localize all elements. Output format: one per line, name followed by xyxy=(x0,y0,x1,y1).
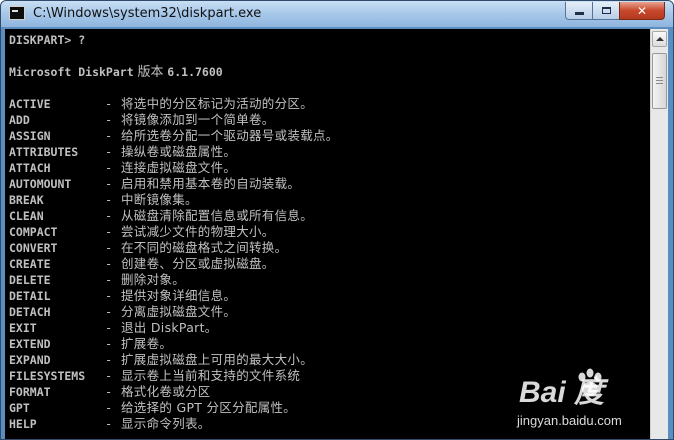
command-name: CONVERT xyxy=(9,241,58,255)
command-name: EXPAND xyxy=(9,353,51,367)
grip-line xyxy=(656,77,663,78)
command-separator: - xyxy=(105,321,113,335)
command-description: 在不同的磁盘格式之间转换。 xyxy=(121,240,288,255)
command-name: ACTIVE xyxy=(9,97,51,111)
scroll-up-arrow-icon[interactable] xyxy=(652,31,667,47)
command-description: 提供对象详细信息。 xyxy=(121,288,237,303)
command-name: HELP xyxy=(9,417,37,431)
minimize-icon xyxy=(574,12,584,15)
window-title: C:\Windows\system32\diskpart.exe xyxy=(33,6,262,21)
command-description: 将选中的分区标记为活动的分区。 xyxy=(121,96,314,111)
command-separator: - xyxy=(105,273,113,287)
command-name: BREAK xyxy=(9,193,44,207)
command-separator: - xyxy=(105,129,113,143)
command-name: ASSIGN xyxy=(9,129,51,143)
command-separator: - xyxy=(105,257,113,271)
command-separator: - xyxy=(105,145,113,159)
banner-line: Microsoft DiskPart 版本 6.1.7600 xyxy=(9,64,223,80)
command-description: 给所选卷分配一个驱动器号或装载点。 xyxy=(121,128,339,143)
command-description: 格式化卷或分区 xyxy=(121,384,211,399)
command-description: 创建卷、分区或虚拟磁盘。 xyxy=(121,256,275,271)
command-description: 扩展卷。 xyxy=(121,336,173,351)
command-description: 连接虚拟磁盘文件。 xyxy=(121,160,237,175)
command-separator: - xyxy=(105,209,113,223)
command-name: AUTOMOUNT xyxy=(9,177,72,191)
command-description: 将镜像添加到一个简单卷。 xyxy=(121,112,275,127)
command-description: 启用和禁用基本卷的自动装载。 xyxy=(121,176,301,191)
close-button[interactable]: ✕ xyxy=(619,2,665,20)
command-separator: - xyxy=(105,385,113,399)
command-description: 尝试减少文件的物理大小。 xyxy=(121,224,275,239)
command-separator: - xyxy=(105,113,113,127)
close-icon: ✕ xyxy=(636,3,648,18)
command-description: 从磁盘清除配置信息或所有信息。 xyxy=(121,208,314,223)
command-separator: - xyxy=(105,225,113,239)
command-separator: - xyxy=(105,353,113,367)
command-separator: - xyxy=(105,241,113,255)
command-description: 给选择的 GPT 分区分配属性。 xyxy=(121,400,297,415)
maximize-button[interactable] xyxy=(592,2,620,20)
command-name: FILESYSTEMS xyxy=(9,369,86,383)
command-name: EXIT xyxy=(9,321,37,335)
baidu-watermark: Bai 度 jingyan.baidu.com xyxy=(513,363,669,437)
scrollbar-thumb[interactable] xyxy=(652,53,667,109)
banner-version-word: 版本 xyxy=(137,65,164,80)
paw-icon xyxy=(578,368,602,396)
command-name: FORMAT xyxy=(9,385,51,399)
banner-version: 6.1.7600 xyxy=(167,65,223,79)
command-name: CREATE xyxy=(9,257,51,271)
command-name: DETACH xyxy=(9,305,51,319)
command-description: 中断镜像集。 xyxy=(121,192,198,207)
grip-line xyxy=(656,83,663,84)
command-name: CLEAN xyxy=(9,209,44,223)
command-description: 显示卷上当前和支持的文件系统 xyxy=(121,368,301,383)
command-separator: - xyxy=(105,337,113,351)
baidu-url: jingyan.baidu.com xyxy=(517,413,622,428)
command-description: 删除对象。 xyxy=(121,272,186,287)
command-name: EXTEND xyxy=(9,337,51,351)
title-bar[interactable]: C:\Windows\system32\diskpart.exe ✕ xyxy=(1,1,673,27)
command-separator: - xyxy=(105,193,113,207)
banner-product: Microsoft DiskPart xyxy=(9,65,134,79)
command-name: ATTACH xyxy=(9,161,51,175)
console-app-icon[interactable] xyxy=(9,6,25,20)
command-description: 操纵卷或磁盘属性。 xyxy=(121,144,237,159)
command-separator: - xyxy=(105,417,113,431)
command-description: 退出 DiskPart。 xyxy=(121,320,218,335)
command-separator: - xyxy=(105,289,113,303)
command-name: ATTRIBUTES xyxy=(9,145,79,159)
console-window: C:\Windows\system32\diskpart.exe ✕ DISKP… xyxy=(0,0,674,440)
command-separator: - xyxy=(105,369,113,383)
command-description: 扩展虚拟磁盘上可用的最大大小。 xyxy=(121,352,314,367)
command-description: 分离虚拟磁盘文件。 xyxy=(121,304,237,319)
command-separator: - xyxy=(105,177,113,191)
command-description: 显示命令列表。 xyxy=(121,416,211,431)
command-separator: - xyxy=(105,305,113,319)
command-name: ADD xyxy=(9,113,30,127)
command-name: COMPACT xyxy=(9,225,58,239)
maximize-icon xyxy=(601,7,611,14)
command-name: GPT xyxy=(9,401,30,415)
command-separator: - xyxy=(105,161,113,175)
command-name: DELETE xyxy=(9,273,51,287)
command-name: DETAIL xyxy=(9,289,51,303)
minimize-button[interactable] xyxy=(565,2,593,20)
command-separator: - xyxy=(105,401,113,415)
command-separator: - xyxy=(105,97,113,111)
prompt-text: DISKPART> ? xyxy=(9,33,86,47)
grip-line xyxy=(656,80,663,81)
